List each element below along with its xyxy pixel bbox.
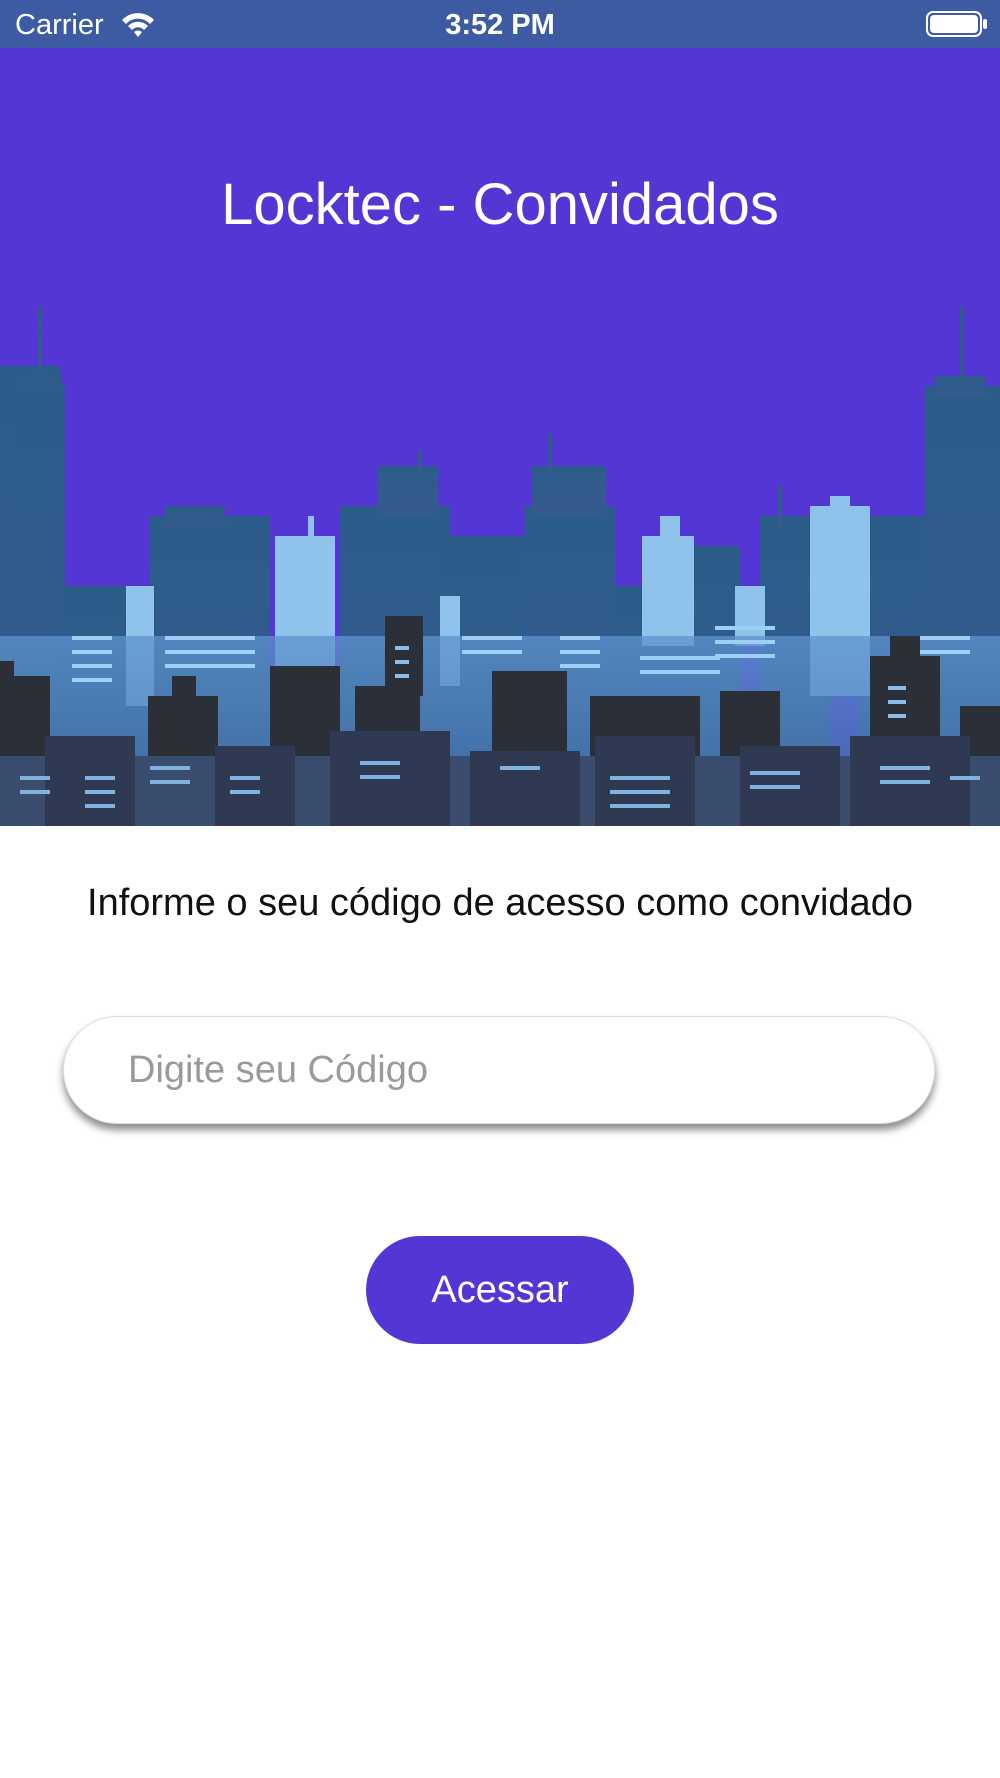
access-code-input[interactable] (63, 1016, 935, 1124)
header-banner: Locktec - Convidados (0, 48, 1000, 826)
status-bar: Carrier 3:52 PM (0, 0, 1000, 48)
clock-label: 3:52 PM (445, 9, 555, 41)
battery-icon (926, 11, 987, 37)
page-title: Locktec - Convidados (221, 172, 779, 237)
guest-login-screen: Carrier 3:52 PM Locktec - Convidados Inf… (0, 0, 1000, 1778)
access-button[interactable]: Acessar (366, 1236, 634, 1344)
city-skyline-illustration (0, 306, 1000, 826)
access-code-instruction: Informe o seu código de acesso como conv… (87, 882, 913, 924)
